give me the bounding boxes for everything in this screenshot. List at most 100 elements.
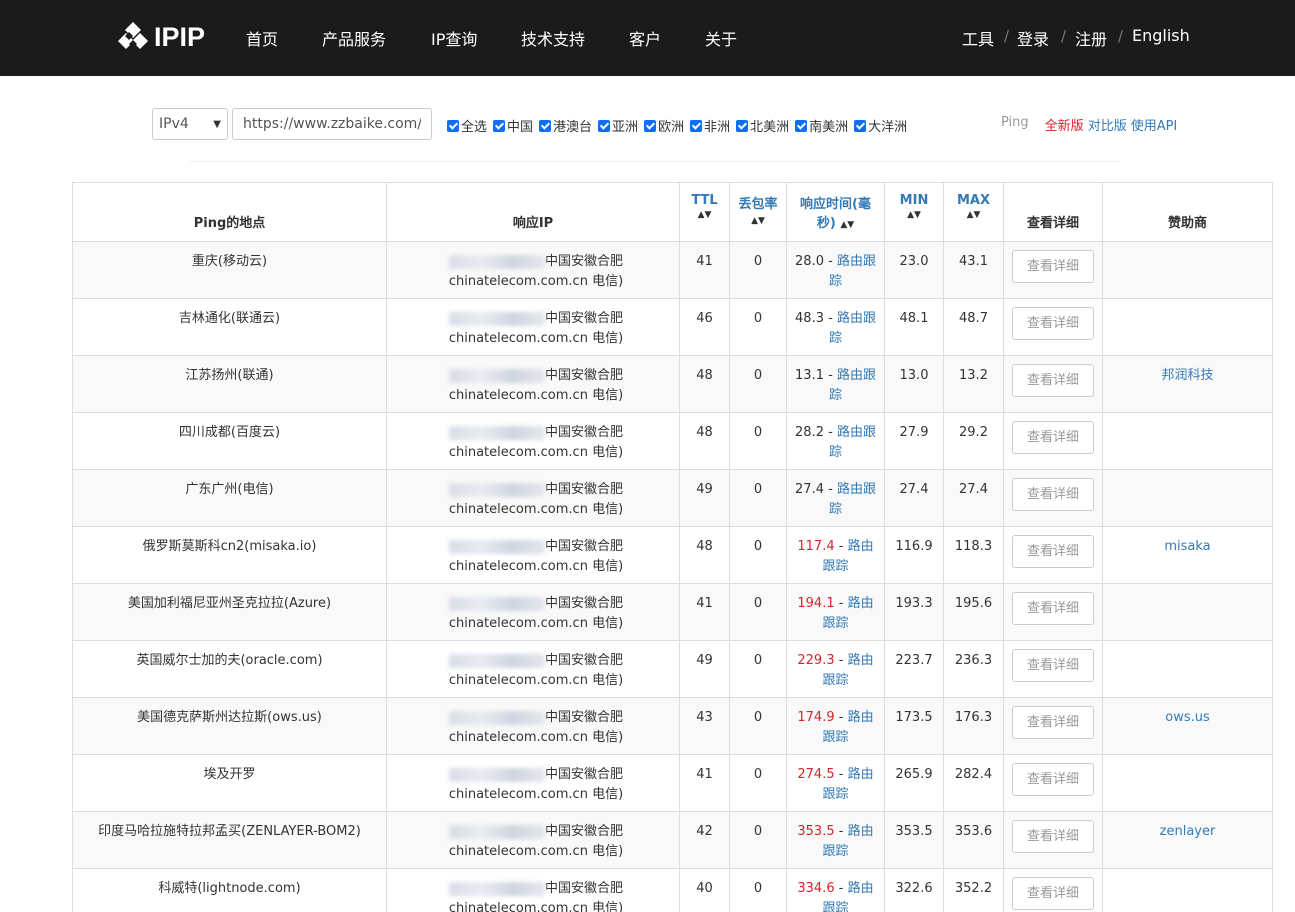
view-detail-button[interactable]: 查看详细 xyxy=(1012,820,1094,853)
response-time-value: 13.1 xyxy=(795,368,824,383)
checkbox-asia[interactable]: 亚洲 xyxy=(598,116,638,135)
col-header-loss[interactable]: 丢包率 ▲▼ xyxy=(729,182,787,242)
redacted-ip xyxy=(448,425,545,440)
nav-customers[interactable]: 客户 xyxy=(629,26,661,50)
checkbox-checked-icon xyxy=(539,119,552,132)
sponsor-link[interactable]: zenlayer xyxy=(1160,824,1216,839)
table-row: 科威特(lightnode.com) 中国安徽合肥 chinatelecom.com… xyxy=(72,868,1273,912)
table-header-row: Ping的地点 响应IP TTL ▲▼ 丢包率 ▲▼ 响应时间(毫秒) ▲▼ MI… xyxy=(72,182,1273,242)
ip-version-select[interactable]: IPv4 ▼ xyxy=(152,108,228,140)
checkbox-checked-icon xyxy=(795,119,808,132)
table-row: 埃及开罗 中国安徽合肥 chinatelecom.com.cn 电信) 41 0 274.… xyxy=(72,754,1273,812)
route-trace-link[interactable]: 路由跟踪 xyxy=(829,368,876,403)
new-version-link[interactable]: 全新版 xyxy=(1045,115,1084,134)
route-trace-link[interactable]: 路由跟踪 xyxy=(829,425,876,460)
view-detail-button[interactable]: 查看详细 xyxy=(1012,649,1094,682)
route-trace-link[interactable]: 路由跟踪 xyxy=(829,254,876,289)
cell-location: 四川成都(百度云) xyxy=(72,412,387,470)
cell-sponsor: 邦润科技 xyxy=(1102,355,1273,413)
cell-detail: 查看详细 xyxy=(1003,583,1103,641)
checkbox-oceania[interactable]: 大洋洲 xyxy=(854,116,907,135)
ip-geo: 中国安徽合肥 xyxy=(544,653,623,668)
nav-tools[interactable]: 工具 xyxy=(962,26,994,50)
col-header-min[interactable]: MIN ▲▼ xyxy=(884,182,944,242)
view-detail-button[interactable]: 查看详细 xyxy=(1012,307,1094,340)
response-time-value: 353.5 xyxy=(797,824,835,839)
sponsor-link[interactable]: misaka xyxy=(1164,539,1210,554)
checkbox-select-all[interactable]: 全选 xyxy=(447,116,487,135)
view-detail-button[interactable]: 查看详细 xyxy=(1012,592,1094,625)
col-header-detail: 查看详细 xyxy=(1003,182,1103,242)
nav-separator: / xyxy=(1118,27,1124,45)
checkbox-label: 欧洲 xyxy=(658,120,685,135)
response-time-value: 27.4 xyxy=(795,482,824,497)
sponsor-link[interactable]: 邦润科技 xyxy=(1161,368,1213,383)
table-row: 四川成都(百度云) 中国安徽合肥 chinatelecom.com.cn 电信) 48… xyxy=(72,412,1273,470)
redacted-ip xyxy=(448,710,545,725)
cell-sponsor xyxy=(1102,583,1273,641)
table-row: 俄罗斯莫斯科cn2(misaka.io) 中国安徽合肥 chinatelecom.c… xyxy=(72,526,1273,584)
chevron-down-icon: ▼ xyxy=(213,118,221,130)
cell-detail: 查看详细 xyxy=(1003,355,1103,413)
route-trace-link[interactable]: 路由跟踪 xyxy=(829,482,876,517)
checkbox-checked-icon xyxy=(736,119,749,132)
ping-button[interactable]: Ping xyxy=(1001,115,1029,134)
nav-about[interactable]: 关于 xyxy=(705,26,737,50)
logo[interactable]: IPIP xyxy=(116,20,205,54)
redacted-ip xyxy=(448,539,545,554)
table-row: 广东广州(电信) 中国安徽合肥 chinatelecom.com.cn 电信) 49 0… xyxy=(72,469,1273,527)
cell-sponsor xyxy=(1102,754,1273,812)
cell-max: 352.2 xyxy=(943,868,1004,912)
nav-ip-query[interactable]: IP查询 xyxy=(431,26,477,50)
nav-products[interactable]: 产品服务 xyxy=(322,26,386,50)
col-header-max[interactable]: MAX ▲▼ xyxy=(943,182,1004,242)
cell-loss: 0 xyxy=(729,583,787,641)
view-detail-button[interactable]: 查看详细 xyxy=(1012,877,1094,910)
cell-ip: 中国安徽合肥 chinatelecom.com.cn 电信) xyxy=(386,697,680,755)
checkbox-south-america[interactable]: 南美洲 xyxy=(795,116,848,135)
cell-ttl: 41 xyxy=(679,583,730,641)
view-detail-button[interactable]: 查看详细 xyxy=(1012,706,1094,739)
cell-location: 埃及开罗 xyxy=(72,754,387,812)
response-time-value: 117.4 xyxy=(797,539,835,554)
col-header-ip: 响应IP xyxy=(386,182,680,242)
nav-english[interactable]: English xyxy=(1132,26,1190,45)
use-api-link[interactable]: 使用API xyxy=(1131,115,1178,134)
checkbox-china[interactable]: 中国 xyxy=(493,116,533,135)
cell-response-time: 334.6 - 路由跟踪 xyxy=(786,868,885,912)
checkbox-europe[interactable]: 欧洲 xyxy=(644,116,684,135)
checkbox-hk-macao-tw[interactable]: 港澳台 xyxy=(539,116,592,135)
view-detail-button[interactable]: 查看详细 xyxy=(1012,421,1094,454)
nav-register[interactable]: 注册 xyxy=(1075,26,1107,50)
view-detail-button[interactable]: 查看详细 xyxy=(1012,535,1094,568)
cell-response-time: 194.1 - 路由跟踪 xyxy=(786,583,885,641)
cell-ip: 中国安徽合肥 chinatelecom.com.cn 电信) xyxy=(386,526,680,584)
nav-login[interactable]: 登录 xyxy=(1017,26,1049,50)
view-detail-button[interactable]: 查看详细 xyxy=(1012,364,1094,397)
url-input[interactable] xyxy=(232,108,432,140)
view-detail-button[interactable]: 查看详细 xyxy=(1012,250,1094,283)
nav-support[interactable]: 技术支持 xyxy=(521,26,585,50)
cell-min: 193.3 xyxy=(884,583,944,641)
cell-detail: 查看详细 xyxy=(1003,412,1103,470)
cell-max: 43.1 xyxy=(943,241,1004,299)
checkbox-north-america[interactable]: 北美洲 xyxy=(736,116,789,135)
ip-geo: 中国安徽合肥 xyxy=(544,596,623,611)
view-detail-button[interactable]: 查看详细 xyxy=(1012,478,1094,511)
view-detail-button[interactable]: 查看详细 xyxy=(1012,763,1094,796)
cell-response-time: 13.1 - 路由跟踪 xyxy=(786,355,885,413)
checkbox-africa[interactable]: 非洲 xyxy=(690,116,730,135)
checkbox-checked-icon xyxy=(447,119,459,132)
col-header-ttl[interactable]: TTL ▲▼ xyxy=(679,182,730,242)
sponsor-link[interactable]: ows.us xyxy=(1165,710,1210,725)
nav-home[interactable]: 首页 xyxy=(246,26,278,50)
sort-icon: ▲▼ xyxy=(697,210,712,220)
compare-version-link[interactable]: 对比版 xyxy=(1088,115,1127,134)
cell-detail: 查看详细 xyxy=(1003,241,1103,299)
route-trace-link[interactable]: 路由跟踪 xyxy=(829,311,876,346)
cell-ip: 中国安徽合肥 chinatelecom.com.cn 电信) xyxy=(386,583,680,641)
cell-loss: 0 xyxy=(729,355,787,413)
cell-loss: 0 xyxy=(729,469,787,527)
col-header-response-time[interactable]: 响应时间(毫秒) ▲▼ xyxy=(786,182,885,242)
cell-loss: 0 xyxy=(729,526,787,584)
